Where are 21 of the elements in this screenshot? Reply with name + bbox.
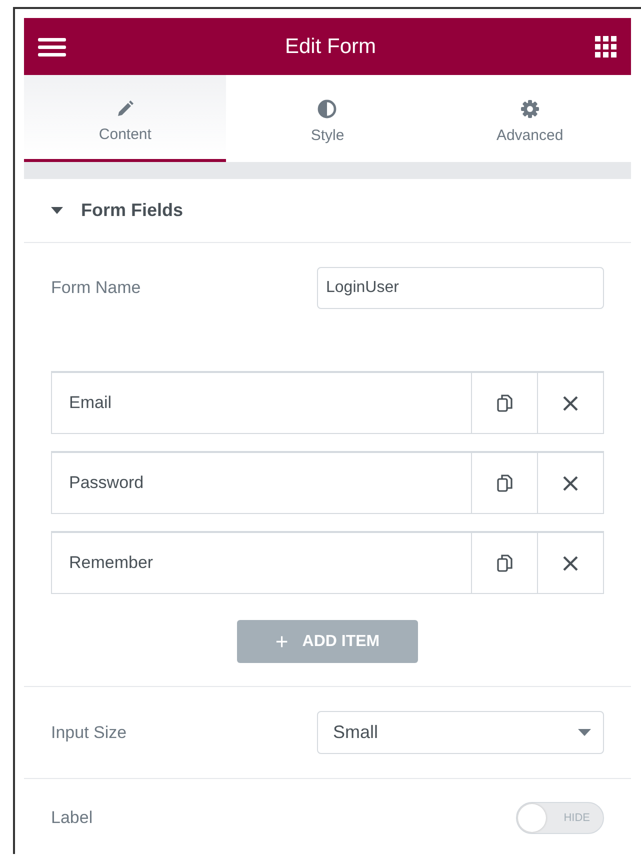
tab[interactable]: Content [24,75,226,162]
copy-icon [496,554,512,572]
grid-icon[interactable] [594,36,617,58]
contrast-icon [317,98,338,118]
field-label: Form Name [51,278,141,298]
menu-icon[interactable] [38,36,66,56]
close-icon [563,396,578,410]
close-icon [563,476,578,490]
pencil-icon [116,100,134,118]
copy-icon [496,394,512,412]
field-label: Label [51,808,93,828]
input-size-select[interactable]: Small [317,711,604,754]
section-title: Form Fields [81,200,184,221]
dropdown-caret-icon [578,729,591,736]
copy-icon [496,474,512,492]
gear-icon [520,98,540,118]
field-label: Input Size [51,722,127,742]
form-name-input[interactable]: LoginUser [317,267,604,309]
panel-title: Edit Form [284,34,376,58]
section-header[interactable]: Form Fields [24,179,631,243]
close-icon [563,556,578,570]
